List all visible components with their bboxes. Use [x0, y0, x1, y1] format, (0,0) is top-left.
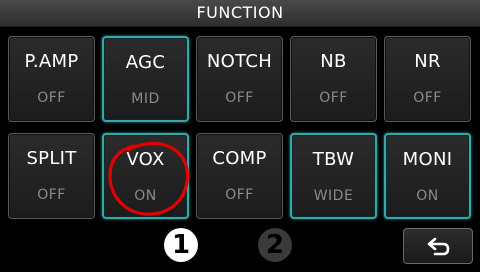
agc-button[interactable]: AGC MID	[102, 36, 189, 122]
comp-button[interactable]: COMP OFF	[196, 133, 283, 219]
button-label: NB	[320, 51, 347, 72]
tbw-button[interactable]: TBW WIDE	[290, 133, 377, 219]
button-value: OFF	[37, 90, 66, 106]
button-value: OFF	[319, 90, 348, 106]
page-indicator-1[interactable]: 1	[164, 228, 198, 262]
button-label: COMP	[212, 148, 267, 169]
moni-button[interactable]: MONI ON	[384, 133, 471, 219]
button-value: WIDE	[313, 188, 354, 204]
button-value: ON	[134, 188, 157, 204]
page-indicator-2[interactable]: 2	[258, 228, 292, 262]
button-label: TBW	[312, 149, 355, 170]
button-value: OFF	[225, 90, 254, 106]
back-button[interactable]	[403, 228, 473, 264]
nb-button[interactable]: NB OFF	[290, 36, 377, 122]
function-title: FUNCTION	[0, 0, 480, 27]
button-value: MID	[131, 91, 160, 107]
button-value: ON	[416, 188, 439, 204]
button-value: OFF	[37, 187, 66, 203]
button-label: MONI	[402, 149, 453, 170]
button-label: VOX	[126, 149, 165, 170]
button-label: P.AMP	[24, 51, 79, 72]
return-arrow-icon	[427, 237, 450, 256]
button-label: SPLIT	[26, 148, 77, 169]
button-value: OFF	[413, 90, 442, 106]
p-amp-button[interactable]: P.AMP OFF	[8, 36, 95, 122]
vox-button[interactable]: VOX ON	[102, 133, 189, 219]
notch-button[interactable]: NOTCH OFF	[196, 36, 283, 122]
button-label: AGC	[125, 52, 166, 73]
button-value: OFF	[225, 187, 254, 203]
nr-button[interactable]: NR OFF	[384, 36, 471, 122]
button-label: NOTCH	[206, 51, 273, 72]
split-button[interactable]: SPLIT OFF	[8, 133, 95, 219]
button-label: NR	[414, 51, 441, 72]
